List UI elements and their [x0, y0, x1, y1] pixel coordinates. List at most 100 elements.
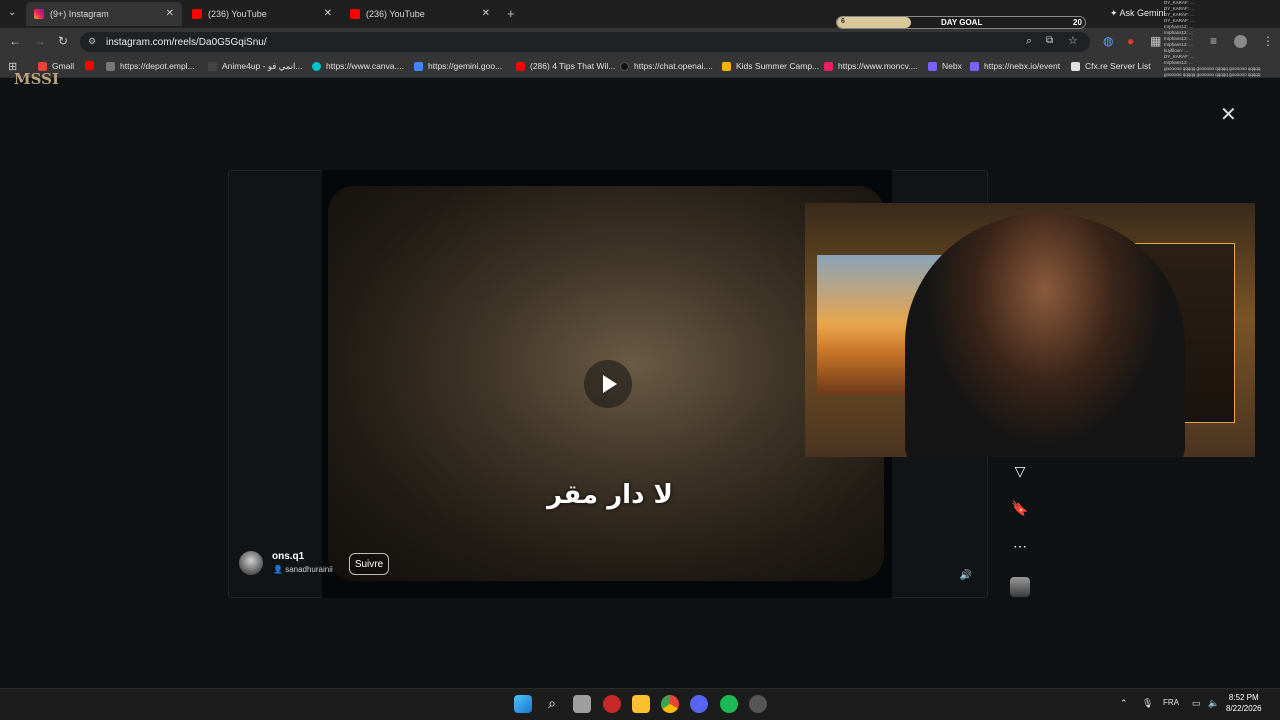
clock[interactable]: 8:52 PM 8/22/2026: [1226, 692, 1262, 714]
back-icon[interactable]: ←: [9, 34, 21, 48]
app-icon[interactable]: [603, 695, 621, 713]
task-view-icon[interactable]: [573, 695, 591, 713]
clock-date: 8/22/2026: [1226, 704, 1262, 713]
chrome-icon[interactable]: [661, 695, 679, 713]
address-bar[interactable]: ⚙ instagram.com/reels/Da0G5GqiSnu/ ⌕ ⧉ ☆: [80, 32, 1090, 52]
volume-icon[interactable]: 🔈: [1208, 698, 1219, 709]
day-goal-label: DAY GOAL: [941, 18, 983, 27]
url-text: instagram.com/reels/Da0G5GqiSnu/: [106, 36, 267, 48]
language-indicator[interactable]: FRA: [1163, 698, 1179, 707]
discord-icon[interactable]: [690, 695, 708, 713]
bookmark-label: Cfx.re Server List: [1085, 61, 1151, 71]
youtube-icon: [85, 61, 94, 70]
bookmark-label: https://depot.empl...: [120, 61, 195, 71]
author-name[interactable]: ons.q1: [272, 551, 304, 562]
page-icon: [824, 61, 833, 71]
bookmark-item[interactable]: https://www.canva....: [312, 61, 404, 71]
reload-icon[interactable]: ↻: [58, 34, 68, 48]
bookmark-item[interactable]: Cfx.re Server List: [1071, 61, 1151, 71]
forward-icon[interactable]: →: [34, 34, 46, 48]
mute-icon[interactable]: 🔊: [957, 570, 975, 586]
instagram-icon: [34, 9, 44, 19]
page-icon: [722, 61, 731, 71]
bookmark-item[interactable]: Anime4up - انمي فو...: [208, 61, 302, 72]
close-tab-icon[interactable]: ✕: [482, 8, 490, 19]
show-hidden-icons[interactable]: ⌃: [1120, 698, 1128, 709]
follow-button[interactable]: Suivre: [349, 553, 389, 575]
bookmark-item[interactable]: https://gemini.goo...: [414, 61, 502, 71]
ask-gemini-button[interactable]: ✦ Ask Gemini: [1110, 8, 1166, 19]
channel-logo: MSSI: [14, 70, 59, 88]
bookmark-label: (286) 4 Tips That Wil...: [530, 61, 616, 71]
bookmark-star-icon[interactable]: ☆: [1068, 34, 1078, 47]
tab-title: (236) YouTube: [366, 9, 425, 19]
audio-thumbnail[interactable]: [1010, 577, 1030, 597]
tab-title: (236) YouTube: [208, 9, 267, 19]
more-options-icon[interactable]: ⋯: [1010, 538, 1030, 558]
video-subtitle: لا دار مقر: [547, 480, 673, 510]
clock-time: 8:52 PM: [1228, 693, 1259, 702]
bookmark-label: https://gemini.goo...: [428, 61, 503, 71]
bookmark-item[interactable]: https://nebx.io/event: [970, 61, 1060, 71]
bookmark-item[interactable]: https://depot.empl...: [106, 61, 195, 71]
save-icon[interactable]: 🔖: [1010, 500, 1030, 520]
tab-youtube-2[interactable]: (236) YouTube ✕: [342, 2, 498, 26]
microphone-icon[interactable]: 🎙: [1142, 698, 1153, 709]
nebx-icon: [928, 61, 937, 71]
page-icon: [208, 62, 217, 71]
bookmark-label: https://www.moncv....: [838, 61, 918, 71]
youtube-icon: [516, 61, 525, 71]
bookmark-item[interactable]: (286) 4 Tips That Wil...: [516, 61, 615, 71]
new-tab-button[interactable]: +: [507, 6, 515, 21]
file-explorer-icon[interactable]: [632, 695, 650, 713]
bookmark-label: Kids Summer Camp...: [736, 61, 820, 71]
page-icon: [106, 61, 115, 71]
nebx-icon: [970, 61, 979, 71]
close-tab-icon[interactable]: ✕: [166, 8, 174, 19]
day-goal-bar: 6 DAY GOAL 20: [836, 16, 1086, 29]
tab-instagram[interactable]: (9+) Instagram ✕: [26, 2, 182, 26]
streamer: [905, 213, 1185, 457]
bookmark-item[interactable]: Nebx: [928, 61, 962, 71]
day-goal-progress-fill: [837, 17, 912, 28]
bookmark-label: https://chat.openai....: [634, 61, 713, 71]
extension-icon[interactable]: ●: [1127, 34, 1134, 48]
play-button[interactable]: [584, 360, 632, 408]
gemini-icon: [414, 61, 423, 71]
bookmark-label: Anime4up - انمي فو...: [222, 61, 303, 71]
day-goal-target: 20: [1073, 18, 1082, 27]
search-icon[interactable]: ⌕: [543, 695, 561, 713]
streamer-webcam: [805, 203, 1255, 457]
extension-icon[interactable]: ◍: [1103, 34, 1113, 48]
bookmark-item[interactable]: https://www.moncv....: [824, 61, 918, 71]
cfx-icon: [1071, 61, 1080, 71]
network-icon[interactable]: ▭: [1192, 698, 1201, 709]
youtube-icon: [192, 9, 202, 19]
bookmark-item[interactable]: [85, 61, 99, 70]
bookmark-label: https://www.canva....: [326, 61, 404, 71]
audio-credit[interactable]: 👤 sanadhurainii: [273, 565, 333, 574]
zoom-icon[interactable]: ⌕: [1026, 35, 1032, 48]
close-tab-icon[interactable]: ✕: [324, 8, 332, 19]
extension-icon[interactable]: ▦: [1150, 34, 1161, 48]
bookmark-item[interactable]: https://chat.openai....: [620, 61, 713, 71]
day-goal-start: 6: [841, 18, 845, 25]
spotify-icon[interactable]: [720, 695, 738, 713]
bookmark-item[interactable]: Kids Summer Camp...: [722, 61, 819, 71]
close-icon[interactable]: ✕: [1220, 102, 1237, 127]
bookmark-label: https://nebx.io/event: [984, 61, 1061, 71]
canva-icon: [312, 61, 321, 71]
share-icon[interactable]: ▽: [1010, 463, 1030, 483]
author-avatar[interactable]: [239, 551, 263, 575]
bookmark-label: Nebx: [942, 61, 962, 71]
audio-credit-label: sanadhurainii: [285, 565, 333, 574]
tab-youtube-1[interactable]: (236) YouTube ✕: [184, 2, 340, 26]
windows-start-icon[interactable]: [514, 695, 532, 713]
youtube-icon: [350, 9, 360, 19]
ask-gemini-label: Ask Gemini: [1119, 8, 1166, 18]
obs-icon[interactable]: [749, 695, 767, 713]
install-icon[interactable]: ⧉: [1046, 35, 1053, 46]
site-info-icon[interactable]: ⚙: [88, 36, 96, 47]
tab-search-dropdown-icon[interactable]: ⌄: [8, 7, 16, 18]
tab-title: (9+) Instagram: [50, 9, 109, 19]
